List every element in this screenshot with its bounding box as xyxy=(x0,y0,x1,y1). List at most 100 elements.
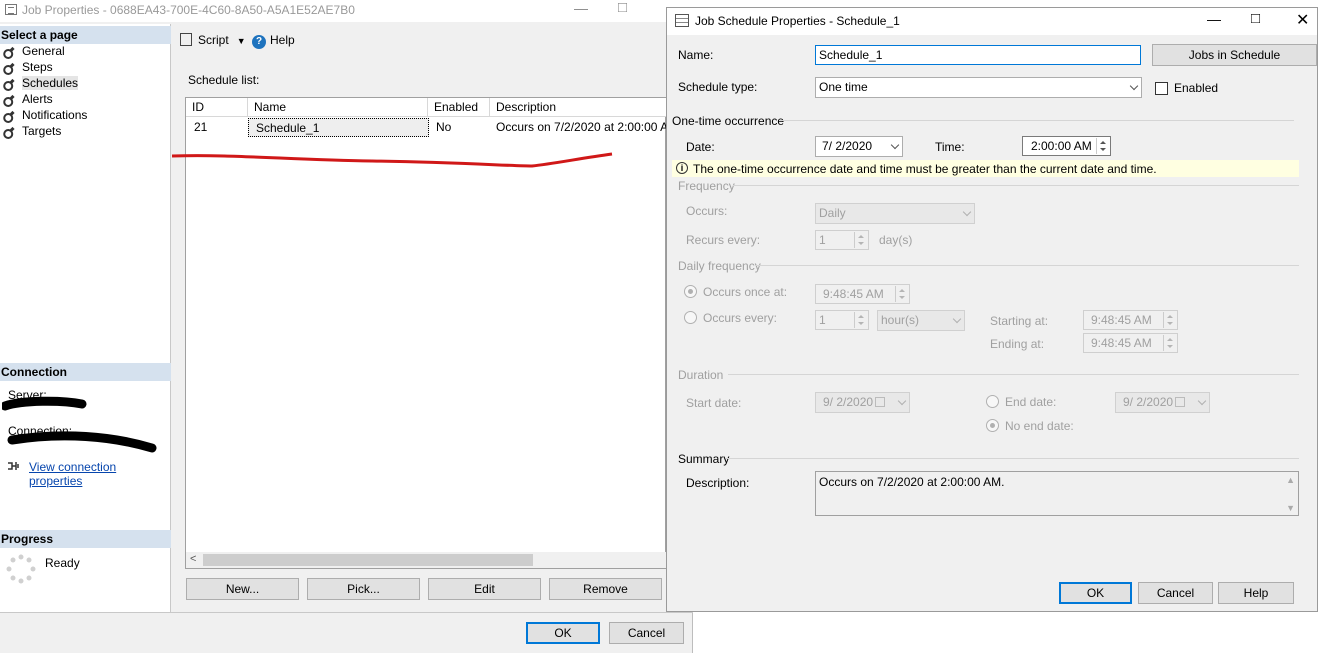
back-ok-button[interactable]: OK xyxy=(526,622,600,644)
starting-at-value: 9:48:45 AM xyxy=(1091,313,1152,327)
spinner-icon[interactable] xyxy=(1163,335,1176,351)
starting-at-label: Starting at: xyxy=(990,314,1049,328)
scrollbar-thumb[interactable] xyxy=(203,554,533,566)
occurs-once-radio[interactable] xyxy=(684,285,697,298)
time-field[interactable]: 2:00:00 AM xyxy=(1022,136,1111,156)
enabled-checkbox[interactable] xyxy=(1155,82,1168,95)
job-properties-title: Job Properties - 0688EA43-700E-4C60-8A50… xyxy=(22,3,355,17)
description-field[interactable]: Occurs on 7/2/2020 at 2:00:00 AM. ▲ ▼ xyxy=(815,471,1299,516)
calendar-icon xyxy=(675,14,689,27)
dialog-ok-button[interactable]: OK xyxy=(1059,582,1132,604)
divider xyxy=(0,612,693,613)
spinner-icon[interactable] xyxy=(854,312,867,328)
horizontal-scrollbar[interactable]: < xyxy=(186,552,666,568)
help-button[interactable]: ? Help xyxy=(252,33,295,49)
job-schedule-dialog: Job Schedule Properties - Schedule_1 — □… xyxy=(666,7,1318,612)
occurs-every-unit-select[interactable]: hour(s) xyxy=(877,310,965,331)
date-label: Date: xyxy=(686,140,715,154)
enabled-label: Enabled xyxy=(1174,81,1219,95)
nav-targets[interactable]: Targets xyxy=(4,124,61,140)
left-pane: Select a page General Steps Schedules Al… xyxy=(0,24,171,613)
view-connection-properties-link[interactable]: View connection properties xyxy=(29,460,170,488)
divider xyxy=(733,185,1299,186)
duration-section-label: Duration xyxy=(678,368,724,382)
scroll-down-icon[interactable]: ▼ xyxy=(1286,503,1295,513)
minimize-icon[interactable]: — xyxy=(574,0,588,16)
minimize-icon[interactable]: — xyxy=(1207,11,1221,27)
pick-button[interactable]: Pick... xyxy=(307,578,420,600)
ending-at-time[interactable]: 9:48:45 AM xyxy=(1083,333,1178,353)
nav-notifications[interactable]: Notifications xyxy=(4,108,87,124)
back-cancel-button[interactable]: Cancel xyxy=(609,622,684,644)
maximize-icon[interactable]: □ xyxy=(1251,10,1260,27)
schedule-type-label: Schedule type: xyxy=(678,80,758,94)
script-button[interactable]: Script ▼ xyxy=(180,33,246,47)
window-icon xyxy=(5,4,17,15)
maximize-icon[interactable]: □ xyxy=(618,0,627,16)
onetime-section-label: One-time occurrence xyxy=(672,114,785,128)
wrench-icon xyxy=(4,61,16,73)
schedule-type-select[interactable]: One time xyxy=(815,77,1142,98)
starting-at-time[interactable]: 9:48:45 AM xyxy=(1083,310,1178,330)
calendar-icon xyxy=(875,397,886,407)
occurs-once-time[interactable]: 9:48:45 AM xyxy=(815,284,910,304)
divider xyxy=(755,265,1299,266)
chevron-down-icon xyxy=(952,314,962,324)
new-button[interactable]: New... xyxy=(186,578,299,600)
calendar-icon xyxy=(1175,397,1186,407)
ending-at-label: Ending at: xyxy=(990,337,1045,351)
name-field[interactable]: Schedule_1 xyxy=(815,45,1141,65)
nav-general[interactable]: General xyxy=(4,44,65,60)
chevron-down-icon xyxy=(1129,81,1139,91)
wrench-icon xyxy=(4,77,16,89)
date-value: 7/ 2/2020 xyxy=(822,139,873,153)
spinner-icon[interactable] xyxy=(895,286,908,302)
occurs-value: Daily xyxy=(819,206,846,220)
nav-steps[interactable]: Steps xyxy=(4,60,53,76)
daily-frequency-label: Daily frequency xyxy=(678,259,761,273)
edit-button[interactable]: Edit xyxy=(428,578,541,600)
occurs-select[interactable]: Daily xyxy=(815,203,975,224)
description-value: Occurs on 7/2/2020 at 2:00:00 AM. xyxy=(819,475,1005,489)
description-label: Description: xyxy=(686,476,750,490)
chevron-down-icon xyxy=(890,140,900,150)
col-id-header[interactable]: ID xyxy=(186,98,248,117)
wrench-icon xyxy=(4,45,16,57)
connection-header: Connection xyxy=(0,363,171,381)
end-date-radio[interactable] xyxy=(986,395,999,408)
jobs-in-schedule-button[interactable]: Jobs in Schedule xyxy=(1152,44,1317,66)
occurs-every-stepper[interactable]: 1 xyxy=(815,310,869,330)
scroll-left-icon[interactable]: < xyxy=(190,553,196,565)
nav-alerts[interactable]: Alerts xyxy=(4,92,53,108)
time-label: Time: xyxy=(935,140,965,154)
spinner-icon[interactable] xyxy=(1096,138,1109,154)
occurs-every-label: Occurs every: xyxy=(703,311,778,325)
recurs-stepper[interactable]: 1 xyxy=(815,230,869,250)
end-date-picker[interactable]: 9/ 2/2020 xyxy=(1115,392,1210,413)
occurs-every-radio[interactable] xyxy=(684,311,697,324)
select-page-header: Select a page xyxy=(0,26,171,44)
help-icon: ? xyxy=(252,35,266,49)
occurs-once-value: 9:48:45 AM xyxy=(823,287,884,301)
progress-status: Ready xyxy=(45,556,80,570)
spinner-icon[interactable] xyxy=(854,232,867,248)
recurs-label: Recurs every: xyxy=(686,233,761,247)
chevron-down-icon xyxy=(962,207,972,217)
col-description-header[interactable]: Description xyxy=(490,98,667,117)
job-properties-window: Job Properties - 0688EA43-700E-4C60-8A50… xyxy=(0,0,693,653)
col-name-header[interactable]: Name xyxy=(248,98,428,117)
table-row[interactable]: 21 Schedule_1 No Occurs on 7/2/2020 at 2… xyxy=(186,118,667,137)
date-picker[interactable]: 7/ 2/2020 xyxy=(815,136,903,157)
scroll-up-icon[interactable]: ▲ xyxy=(1286,475,1295,485)
dialog-cancel-button[interactable]: Cancel xyxy=(1138,582,1213,604)
end-date-label: End date: xyxy=(1005,395,1057,409)
no-end-date-radio[interactable] xyxy=(986,419,999,432)
remove-button[interactable]: Remove xyxy=(549,578,662,600)
start-date-picker[interactable]: 9/ 2/2020 xyxy=(815,392,910,413)
spinner-icon[interactable] xyxy=(1163,312,1176,328)
close-icon[interactable]: ✕ xyxy=(1296,10,1309,30)
dialog-help-button[interactable]: Help xyxy=(1218,582,1294,604)
nav-schedules[interactable]: Schedules xyxy=(4,76,79,92)
row-name: Schedule_1 xyxy=(248,118,429,137)
col-enabled-header[interactable]: Enabled xyxy=(428,98,490,117)
